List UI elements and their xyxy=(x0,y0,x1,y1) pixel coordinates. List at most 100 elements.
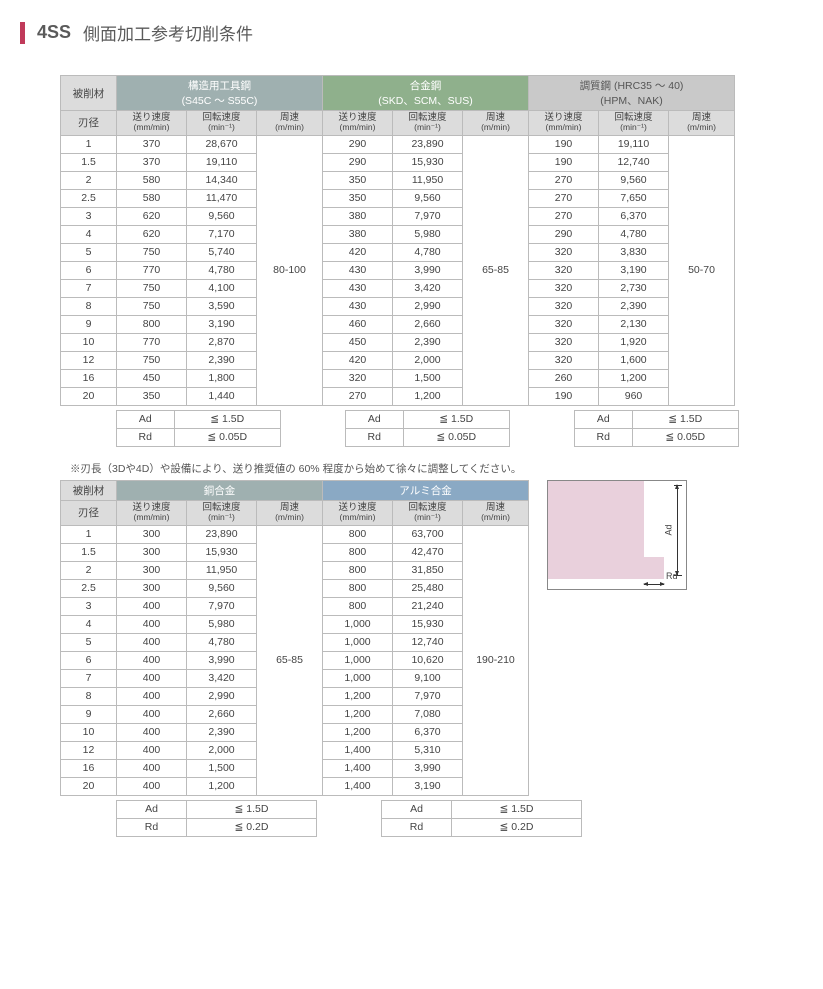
adrd-row-1: Ad≦ 1.5D Rd≦ 0.05D Ad≦ 1.5D Rd≦ 0.05D Ad… xyxy=(116,410,803,447)
cell-rpm: 7,170 xyxy=(187,225,257,243)
cell-feed: 620 xyxy=(117,207,187,225)
cell-feed: 800 xyxy=(323,543,393,561)
cell-rpm: 11,470 xyxy=(187,189,257,207)
tick xyxy=(674,485,682,486)
cell-diameter: 2 xyxy=(61,561,117,579)
cell-rpm: 7,650 xyxy=(599,189,669,207)
adrd-alloy: Ad≦ 1.5D Rd≦ 0.05D xyxy=(345,410,510,447)
cell-diameter: 8 xyxy=(61,297,117,315)
cell-feed: 800 xyxy=(323,597,393,615)
table-row: 2.558011,4703509,5602707,650 xyxy=(61,189,735,207)
cell-rpm: 2,990 xyxy=(393,297,463,315)
cell-feed: 400 xyxy=(117,705,187,723)
cell-rpm: 2,730 xyxy=(599,279,669,297)
cell-rpm: 9,560 xyxy=(187,579,257,597)
cell-diameter: 2.5 xyxy=(61,189,117,207)
cell-diameter: 3 xyxy=(61,207,117,225)
grp-copper: 銅合金 xyxy=(117,480,323,500)
cell-rpm: 3,990 xyxy=(393,759,463,777)
cell-feed: 400 xyxy=(117,633,187,651)
cell-feed: 750 xyxy=(117,243,187,261)
hdr-material: 被削材 xyxy=(61,76,117,111)
cell-feed: 190 xyxy=(529,135,599,153)
hdr-feed: 送り速度(mm/min) xyxy=(117,500,187,525)
cell-peripheral-speed: 65-85 xyxy=(463,135,529,405)
cell-rpm: 1,800 xyxy=(187,369,257,387)
cell-rpm: 2,870 xyxy=(187,333,257,351)
cell-feed: 1,400 xyxy=(323,741,393,759)
cell-feed: 420 xyxy=(323,351,393,369)
cell-rpm: 10,620 xyxy=(393,651,463,669)
cell-feed: 1,200 xyxy=(323,687,393,705)
table-row: 164501,8003201,5002601,200 xyxy=(61,369,735,387)
cell-feed: 400 xyxy=(117,741,187,759)
hdr-feed: 送り速度(mm/min) xyxy=(529,111,599,136)
cell-feed: 380 xyxy=(323,207,393,225)
cell-rpm: 3,420 xyxy=(393,279,463,297)
adrd-row-2: Ad≦ 1.5D Rd≦ 0.2D Ad≦ 1.5D Rd≦ 0.2D xyxy=(116,800,803,837)
table-row: 1.537019,11029015,93019012,740 xyxy=(61,153,735,171)
cell-rpm: 21,240 xyxy=(393,597,463,615)
cell-feed: 370 xyxy=(117,135,187,153)
cell-rpm: 1,200 xyxy=(393,387,463,405)
cell-feed: 300 xyxy=(117,579,187,597)
cell-rpm: 3,990 xyxy=(187,651,257,669)
cell-rpm: 2,660 xyxy=(393,315,463,333)
cell-rpm: 4,780 xyxy=(599,225,669,243)
cell-feed: 400 xyxy=(117,777,187,795)
cell-peripheral-speed: 50-70 xyxy=(669,135,735,405)
cell-rpm: 7,970 xyxy=(187,597,257,615)
cell-rpm: 11,950 xyxy=(393,171,463,189)
cell-rpm: 2,390 xyxy=(393,333,463,351)
cell-rpm: 28,670 xyxy=(187,135,257,153)
cell-feed: 300 xyxy=(117,525,187,543)
table-row: 67704,7804303,9903203,190 xyxy=(61,261,735,279)
cell-diameter: 5 xyxy=(61,243,117,261)
cell-rpm: 2,990 xyxy=(187,687,257,705)
cell-rpm: 1,200 xyxy=(187,777,257,795)
cell-feed: 400 xyxy=(117,759,187,777)
hdr-feed: 送り速度(mm/min) xyxy=(323,500,393,525)
table-row: 57505,7404204,7803203,830 xyxy=(61,243,735,261)
cell-feed: 300 xyxy=(117,543,187,561)
cell-feed: 580 xyxy=(117,171,187,189)
cell-diameter: 3 xyxy=(61,597,117,615)
cell-rpm: 23,890 xyxy=(393,135,463,153)
cell-diameter: 20 xyxy=(61,777,117,795)
cell-rpm: 1,500 xyxy=(187,759,257,777)
cell-feed: 1,000 xyxy=(323,633,393,651)
cell-rpm: 6,370 xyxy=(599,207,669,225)
cell-diameter: 1.5 xyxy=(61,153,117,171)
hdr-feed: 送り速度(mm/min) xyxy=(323,111,393,136)
grp-tempered: 調質鋼 (HRC35 ～ 40)(HPM、NAK) xyxy=(529,76,735,111)
table-row: 130023,89065-8580063,700190-210 xyxy=(61,525,529,543)
hdr-material: 被削材 xyxy=(61,480,117,500)
cell-diameter: 2 xyxy=(61,171,117,189)
cell-feed: 430 xyxy=(323,261,393,279)
table-group-1: 被削材 構造用工具鋼(S45C ～ S55C) 合金鋼(SKD、SCM、SUS)… xyxy=(60,75,803,406)
cell-rpm: 9,100 xyxy=(393,669,463,687)
cell-feed: 800 xyxy=(323,579,393,597)
hdr-diameter: 刃径 xyxy=(61,500,117,525)
cell-feed: 400 xyxy=(117,723,187,741)
cell-feed: 320 xyxy=(529,333,599,351)
cell-rpm: 14,340 xyxy=(187,171,257,189)
cell-rpm: 63,700 xyxy=(393,525,463,543)
cell-diameter: 7 xyxy=(61,279,117,297)
cell-diameter: 6 xyxy=(61,261,117,279)
cell-feed: 800 xyxy=(117,315,187,333)
cell-rpm: 7,970 xyxy=(393,687,463,705)
cell-diameter: 12 xyxy=(61,741,117,759)
cell-rpm: 3,190 xyxy=(187,315,257,333)
cell-diameter: 7 xyxy=(61,669,117,687)
cell-rpm: 960 xyxy=(599,387,669,405)
cell-feed: 750 xyxy=(117,351,187,369)
label-ad: Ad xyxy=(663,524,673,535)
hdr-feed: 送り速度(mm/min) xyxy=(117,111,187,136)
footnote: ※刃長（3Dや4D）や設備により、送り推奨値の 60% 程度から始めて徐々に調整… xyxy=(70,461,803,476)
cell-rpm: 12,740 xyxy=(393,633,463,651)
hdr-speed: 周速(m/min) xyxy=(257,111,323,136)
cell-rpm: 6,370 xyxy=(393,723,463,741)
cell-feed: 770 xyxy=(117,261,187,279)
cell-rpm: 2,390 xyxy=(187,351,257,369)
